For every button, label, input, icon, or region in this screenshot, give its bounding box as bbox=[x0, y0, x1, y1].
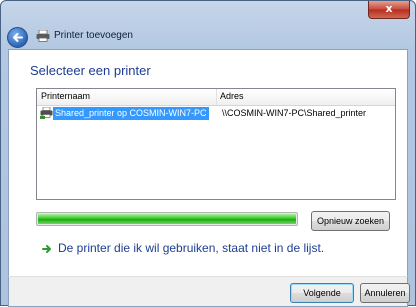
printer-not-listed-text[interactable]: De printer die ik wil gebruiken, staat n… bbox=[58, 241, 324, 255]
add-printer-window: x Printer toevoegen Selecteer een printe… bbox=[0, 0, 416, 307]
title-bar: x Printer toevoegen bbox=[1, 1, 415, 49]
close-button[interactable]: x bbox=[368, 1, 410, 19]
cancel-button[interactable]: Annuleren bbox=[360, 283, 410, 303]
green-arrow-icon bbox=[41, 243, 53, 255]
progress-fill bbox=[38, 214, 296, 224]
shared-printer-icon bbox=[40, 107, 53, 119]
search-progress-bar bbox=[36, 212, 298, 226]
printer-name: Shared_printer op COSMIN-WIN7-PC bbox=[53, 107, 209, 120]
window-title: Printer toevoegen bbox=[54, 30, 133, 41]
printer-icon bbox=[36, 30, 50, 42]
back-button[interactable] bbox=[7, 27, 28, 48]
list-header: Printernaam Adres bbox=[37, 89, 395, 106]
column-separator[interactable] bbox=[216, 89, 217, 105]
list-item[interactable]: Shared_printer op COSMIN-WIN7-PC \\COSMI… bbox=[37, 106, 395, 121]
search-again-button[interactable]: Opnieuw zoeken bbox=[311, 211, 390, 231]
next-button[interactable]: Volgende bbox=[290, 283, 354, 303]
back-arrow-icon bbox=[13, 33, 23, 42]
close-icon: x bbox=[385, 2, 393, 15]
column-header-name[interactable]: Printernaam bbox=[41, 91, 90, 101]
page-heading: Selecteer een printer bbox=[30, 63, 151, 78]
printer-list[interactable]: Printernaam Adres Shared_printer op COSM… bbox=[36, 88, 396, 200]
printer-address: \\COSMIN-WIN7-PC\Shared_printer bbox=[222, 108, 367, 118]
column-header-address[interactable]: Adres bbox=[220, 91, 244, 101]
